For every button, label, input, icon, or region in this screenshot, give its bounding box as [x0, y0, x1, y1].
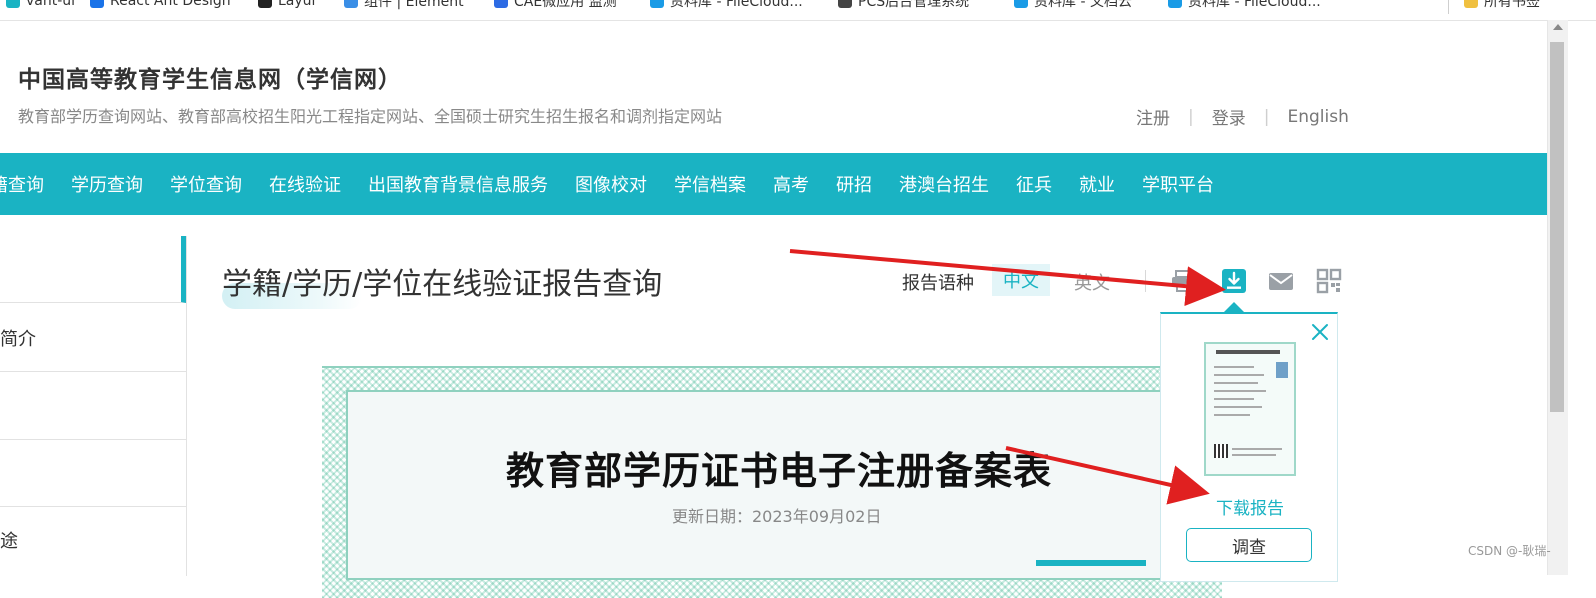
thumb-line — [1214, 374, 1264, 376]
register-link[interactable]: 注册 — [1136, 104, 1170, 129]
thumb-line — [1214, 366, 1254, 368]
scrollbar-thumb[interactable] — [1550, 42, 1564, 412]
mail-icon[interactable] — [1268, 268, 1294, 294]
bookmark-item[interactable]: Layui — [258, 0, 315, 10]
sidebar-item-active[interactable] — [0, 236, 186, 303]
bookmark-item[interactable]: 组件 | Element — [344, 0, 464, 10]
bookmark-item[interactable]: React Ant Design — [90, 0, 231, 10]
main-nav: 籍查询 学历查询 学位查询 在线验证 出国教育背景信息服务 图像校对 学信档案 … — [0, 153, 1547, 215]
bookmark-item[interactable]: 资料库 - 文档云 — [1014, 0, 1132, 10]
nav-item[interactable]: 在线验证 — [269, 171, 341, 197]
nav-item[interactable]: 籍查询 — [0, 171, 44, 197]
bookmark-item[interactable]: PCS后台管理系统 — [838, 0, 969, 10]
thumb-line — [1214, 406, 1262, 408]
thumb-title-line — [1216, 350, 1280, 354]
bookmark-icon — [1168, 0, 1182, 8]
report-thumbnail[interactable] — [1204, 342, 1296, 476]
thumb-photo — [1276, 362, 1288, 378]
nav-item[interactable]: 研招 — [836, 171, 872, 197]
sidebar-item[interactable]: 简介 — [0, 304, 186, 372]
thumb-line — [1232, 448, 1282, 450]
bookmark-item[interactable]: CAE微应用 监测 — [494, 0, 617, 10]
toolbar-divider — [1145, 270, 1146, 292]
thumb-line — [1214, 414, 1250, 416]
bookmark-icon — [6, 0, 20, 8]
sidebar: 简介 途 — [0, 236, 187, 576]
qrcode-icon[interactable] — [1316, 268, 1342, 294]
nav-item[interactable]: 就业 — [1079, 171, 1115, 197]
scroll-up-arrow[interactable] — [1553, 24, 1563, 30]
close-icon[interactable] — [1309, 321, 1331, 343]
bookmark-item[interactable]: 资料库 - FileCloud... — [650, 0, 803, 10]
download-icon[interactable] — [1221, 268, 1247, 294]
link-divider: | — [1263, 106, 1270, 127]
english-link[interactable]: English — [1287, 107, 1348, 127]
language-english-button[interactable]: 英文 — [1074, 269, 1110, 295]
nav-item[interactable]: 征兵 — [1016, 171, 1052, 197]
login-link[interactable]: 登录 — [1212, 104, 1246, 129]
download-report-link[interactable]: 下载报告 — [1216, 494, 1284, 519]
page-title: 学籍/学历/学位在线验证报告查询 — [222, 267, 663, 302]
sidebar-item[interactable]: 途 — [0, 506, 186, 573]
nav-item[interactable]: 学信档案 — [674, 171, 746, 197]
nav-item[interactable]: 港澳台招生 — [899, 171, 989, 197]
certificate-update-date: 更新日期：2023年09月02日 — [672, 507, 882, 526]
watermark: CSDN @-耿瑞- — [1468, 544, 1551, 558]
download-caret — [1224, 302, 1244, 312]
header-links: 注册 | 登录 | English — [1136, 104, 1349, 130]
bookmark-icon — [344, 0, 358, 8]
bookmark-item[interactable]: vant-ui — [6, 0, 75, 10]
nav-item[interactable]: 学位查询 — [170, 171, 242, 197]
bookmark-icon — [258, 0, 272, 8]
folder-icon — [1464, 0, 1478, 8]
sidebar-item[interactable] — [0, 439, 186, 507]
survey-button[interactable]: 调查 — [1186, 528, 1312, 562]
all-bookmarks[interactable]: 所有书签 — [1464, 0, 1540, 10]
bookmark-icon — [90, 0, 104, 8]
thumb-line — [1232, 454, 1276, 456]
thumb-qr — [1214, 444, 1228, 458]
bookmark-icon — [838, 0, 852, 8]
bookmark-icon — [1014, 0, 1028, 8]
print-icon[interactable] — [1170, 268, 1196, 294]
bookmark-icon — [650, 0, 664, 8]
bookmark-icon — [494, 0, 508, 8]
report-language-label: 报告语种 — [902, 273, 974, 294]
nav-item[interactable]: 学职平台 — [1142, 171, 1214, 197]
nav-item[interactable]: 高考 — [773, 171, 809, 197]
thumb-line — [1214, 398, 1254, 400]
thumb-line — [1214, 382, 1258, 384]
language-chinese-button[interactable]: 中文 — [992, 264, 1050, 296]
certificate-accent-bar — [1036, 560, 1146, 566]
site-title[interactable]: 中国高等教育学生信息网（学信网） — [18, 60, 402, 94]
certificate-title: 教育部学历证书电子注册备案表 — [506, 449, 1053, 493]
nav-item[interactable]: 出国教育背景信息服务 — [368, 171, 548, 197]
bookmarks-bar: vant-ui React Ant Design Layui 组件 | Elem… — [0, 0, 1596, 21]
nav-item[interactable]: 学历查询 — [71, 171, 143, 197]
sidebar-item[interactable] — [0, 372, 186, 440]
link-divider: | — [1188, 106, 1194, 127]
bookmarks-divider — [1448, 0, 1449, 14]
thumb-line — [1214, 390, 1266, 392]
site-subtitle: 教育部学历查询网站、教育部高校招生阳光工程指定网站、全国硕士研究生招生报名和调剂… — [18, 107, 723, 126]
bookmark-item[interactable]: 资料库 - FileCloud... — [1168, 0, 1321, 10]
nav-item[interactable]: 图像校对 — [575, 171, 647, 197]
